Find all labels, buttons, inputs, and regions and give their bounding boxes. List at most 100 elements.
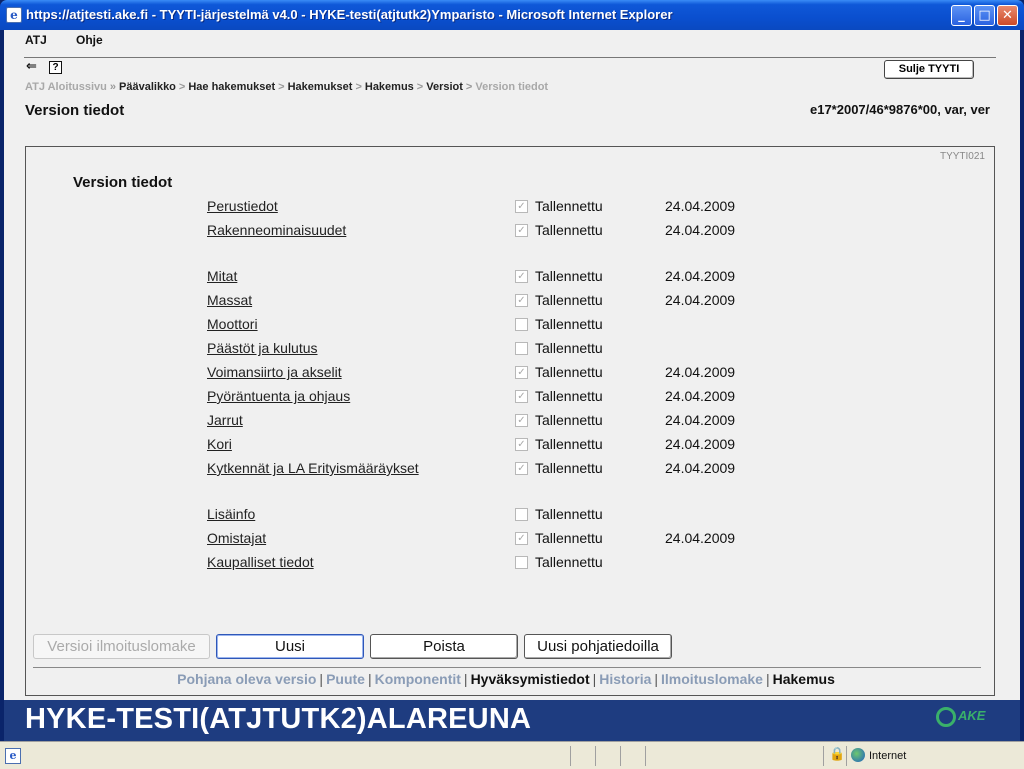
status-label: Tallennettu xyxy=(535,412,603,428)
status-label: Tallennettu xyxy=(535,364,603,380)
ake-logo-text: AKE xyxy=(958,708,986,723)
status-label: Tallennettu xyxy=(535,436,603,452)
list-item: Mitat ✓ Tallennettu 24.04.2009 xyxy=(26,266,986,286)
bottom-nav-item: Komponentit xyxy=(374,671,461,687)
list-item: Rakenneominaisuudet ✓ Tallennettu 24.04.200… xyxy=(26,220,986,240)
saved-date: 24.04.2009 xyxy=(665,436,736,452)
menu-atj[interactable]: ATJ xyxy=(25,33,47,47)
saved-checkbox xyxy=(515,508,528,521)
status-label: Tallennettu xyxy=(535,198,603,214)
section-link[interactable]: Perustiedot xyxy=(207,198,278,214)
title-bar[interactable]: e https://atjtesti.ake.fi - TYYTI-järjes… xyxy=(0,0,1024,30)
list-item: Päästöt ja kulutus Tallennettu xyxy=(26,338,986,358)
breadcrumb-item[interactable]: Hakemus xyxy=(365,81,414,93)
globe-icon xyxy=(851,748,865,762)
breadcrumb-item[interactable]: Hae hakemukset xyxy=(188,81,275,93)
breadcrumb-item[interactable]: Hakemukset xyxy=(288,81,353,93)
status-label: Tallennettu xyxy=(535,388,603,404)
status-segment xyxy=(570,746,571,766)
delete-button[interactable]: Poista xyxy=(370,634,518,659)
bottom-nav-item: Historia xyxy=(599,671,652,687)
menu-help[interactable]: Ohje xyxy=(76,33,103,47)
section-link[interactable]: Kori xyxy=(207,436,232,452)
section-link[interactable]: Päästöt ja kulutus xyxy=(207,340,318,356)
saved-checkbox: ✓ xyxy=(515,414,528,427)
section-link[interactable]: Rakenneominaisuudet xyxy=(207,222,346,238)
close-tyyti-button[interactable]: Sulje TYYTI xyxy=(884,60,974,79)
status-label: Tallennettu xyxy=(535,340,603,356)
window-title: https://atjtesti.ake.fi - TYYTI-järjeste… xyxy=(26,7,673,22)
minimize-button[interactable]: _ xyxy=(951,5,972,26)
nav-separator: | xyxy=(319,671,324,687)
breadcrumb: ATJ Aloitussivu» Päävalikko > Hae hakemukse… xyxy=(25,81,548,94)
section-link[interactable]: Moottori xyxy=(207,316,258,332)
back-arrow-icon[interactable]: ⇐ xyxy=(26,60,37,74)
section-link[interactable]: Kytkennät ja LA Erityismääräykset xyxy=(207,460,419,476)
new-with-base-button[interactable]: Uusi pohjatiedoilla xyxy=(524,634,672,659)
nav-separator: | xyxy=(463,671,468,687)
breadcrumb-separator: > xyxy=(278,81,285,93)
breadcrumb-separator: > xyxy=(416,81,424,93)
list-item: Perustiedot ✓ Tallennettu 24.04.2009 xyxy=(26,196,986,216)
record-id: e17*2007/46*9876*00, var, ver xyxy=(809,102,990,117)
list-item: Lisäinfo Tallennettu xyxy=(26,504,986,524)
help-icon[interactable]: ? xyxy=(49,61,62,74)
list-item: Moottori Tallennettu xyxy=(26,314,986,334)
saved-date: 24.04.2009 xyxy=(665,222,736,238)
saved-checkbox: ✓ xyxy=(515,462,528,475)
section-link[interactable]: Jarrut xyxy=(207,412,243,428)
version-form-button[interactable]: Versioi ilmoituslomake xyxy=(33,634,210,659)
status-segment xyxy=(595,746,596,766)
breadcrumb-item[interactable]: Versiot xyxy=(426,81,463,93)
breadcrumb-item[interactable]: Päävalikko xyxy=(119,81,176,93)
section-link[interactable]: Lisäinfo xyxy=(207,506,255,522)
lock-icon: 🔒 xyxy=(829,747,846,762)
browser-viewport: ATJ Ohje ⇐ ? Sulje TYYTI ATJ Aloitussivu… xyxy=(4,30,1020,741)
saved-date: 24.04.2009 xyxy=(665,412,736,428)
breadcrumb-separator: > xyxy=(355,81,362,93)
breadcrumb-item: Version tiedot xyxy=(475,81,549,93)
maximize-button[interactable]: □ xyxy=(974,5,995,26)
section-link[interactable]: Voimansiirto ja akselit xyxy=(207,364,342,380)
environment-banner: HYKE-TESTI(ATJTUTK2)ALAREUNA xyxy=(25,703,532,735)
status-label: Tallennettu xyxy=(535,268,603,284)
page-icon: e xyxy=(5,748,21,764)
saved-checkbox xyxy=(515,318,528,331)
saved-checkbox: ✓ xyxy=(515,224,528,237)
ake-logo: AKE xyxy=(936,704,985,728)
list-item: Kaupalliset tiedot Tallennettu xyxy=(26,552,986,572)
nav-separator: | xyxy=(592,671,597,687)
section-link[interactable]: Mitat xyxy=(207,268,237,284)
saved-checkbox: ✓ xyxy=(515,390,528,403)
bottom-nav-item[interactable]: Hyväksymistiedot xyxy=(471,671,590,687)
breadcrumb-separator: » xyxy=(109,81,117,93)
status-label: Tallennettu xyxy=(535,460,603,476)
saved-checkbox: ✓ xyxy=(515,438,528,451)
bottom-nav-item: Puute xyxy=(326,671,365,687)
close-window-button[interactable]: ✕ xyxy=(997,5,1018,26)
bottom-nav-item: Pohjana oleva versio xyxy=(177,671,317,687)
section-link[interactable]: Kaupalliset tiedot xyxy=(207,554,314,570)
screen-code: TYYTI021 xyxy=(939,151,985,162)
new-button[interactable]: Uusi xyxy=(216,634,364,659)
section-title: Version tiedot xyxy=(73,174,173,191)
status-bar: e 🔒 Internet xyxy=(0,741,1024,769)
status-label: Tallennettu xyxy=(535,292,603,308)
nav-separator: | xyxy=(367,671,372,687)
section-link[interactable]: Omistajat xyxy=(207,530,266,546)
menu-bar: ATJ Ohje xyxy=(4,30,1020,52)
saved-checkbox: ✓ xyxy=(515,200,528,213)
divider xyxy=(33,667,981,668)
section-link[interactable]: Pyöräntuenta ja ohjaus xyxy=(207,388,350,404)
version-panel: TYYTI021 Version tiedot Versioi ilmoitus… xyxy=(25,146,995,696)
nav-separator: | xyxy=(765,671,770,687)
breadcrumb-item[interactable]: ATJ Aloitussivu xyxy=(25,81,107,93)
security-zone: Internet xyxy=(869,750,907,762)
status-segment xyxy=(846,746,847,766)
ie-icon: e xyxy=(6,7,22,23)
section-link[interactable]: Massat xyxy=(207,292,252,308)
nav-separator: | xyxy=(654,671,659,687)
bottom-nav-item[interactable]: Hakemus xyxy=(773,671,835,687)
saved-checkbox xyxy=(515,556,528,569)
list-item: Kytkennät ja LA Erityismääräykset ✓ Tallen… xyxy=(26,458,986,478)
